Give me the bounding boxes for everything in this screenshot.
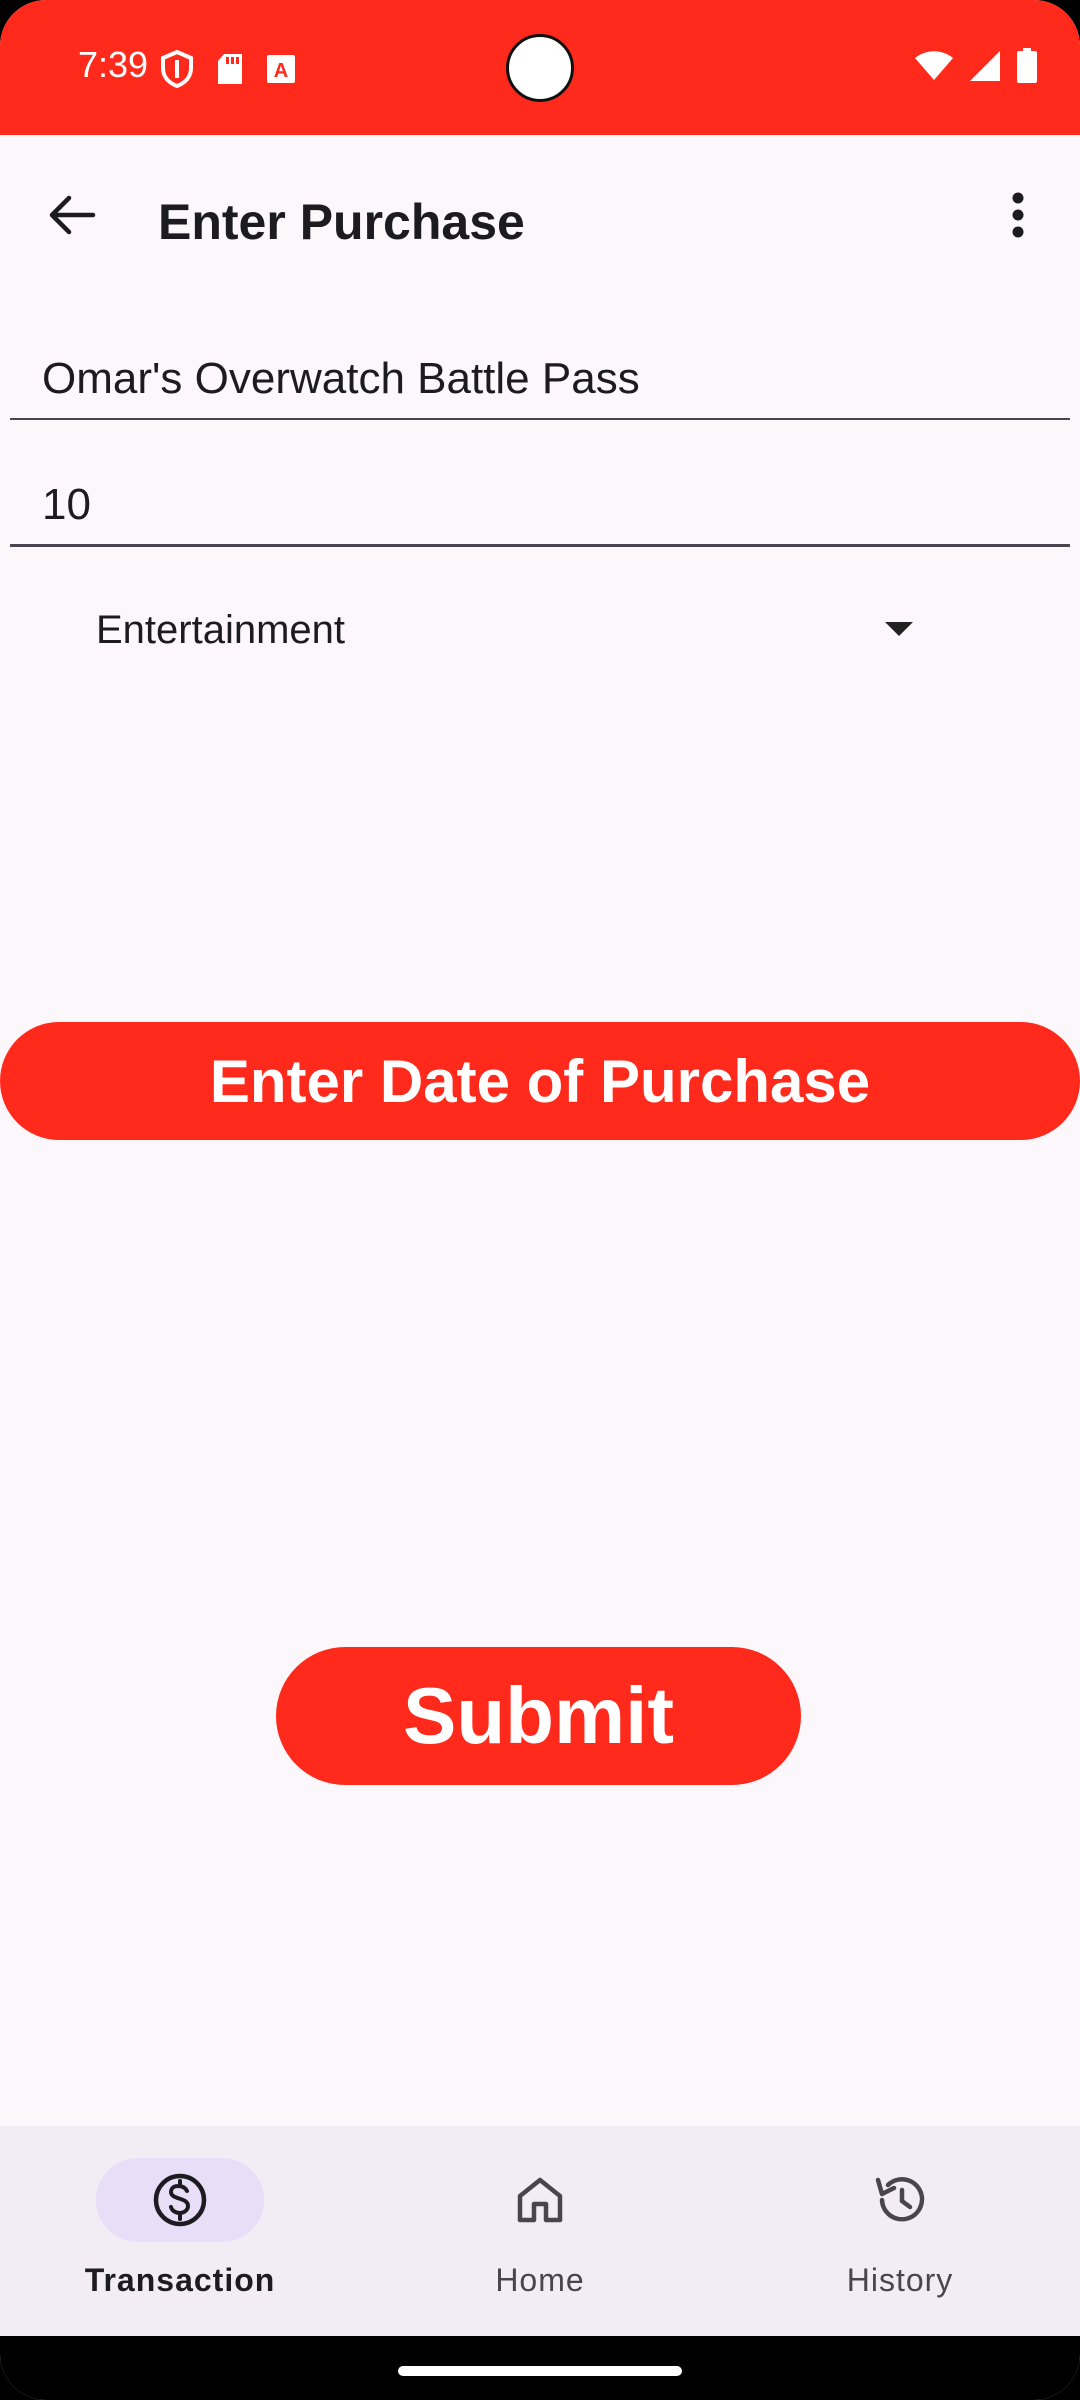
status-bar: 7:39 A	[0, 0, 1080, 135]
signal-icon	[968, 49, 1002, 88]
nav-label-transaction: Transaction	[84, 2262, 276, 2298]
wifi-icon	[914, 50, 954, 87]
status-icons-right	[914, 48, 1038, 89]
more-options-button[interactable]	[988, 185, 1048, 249]
home-icon	[510, 2170, 570, 2230]
nav-item-transaction[interactable]: Transaction	[0, 2126, 360, 2336]
bottom-navigation: Transaction Home History	[0, 2126, 1080, 2336]
back-button[interactable]	[40, 185, 104, 249]
dollar-circle-icon	[150, 2170, 210, 2230]
gesture-bar	[0, 2336, 1080, 2400]
camera-cutout	[506, 34, 574, 102]
amount-value: 10	[42, 480, 91, 529]
home-gesture-handle[interactable]	[398, 2366, 682, 2376]
screen: 7:39 A Enter Purchase Omar's Overwatch B…	[0, 0, 1080, 2400]
category-value: Entertainment	[96, 608, 346, 652]
nav-item-history[interactable]: History	[720, 2126, 1080, 2336]
shield-icon	[160, 49, 194, 93]
nav-label-home: Home	[495, 2262, 585, 2298]
arrow-back-icon	[47, 193, 97, 242]
sd-card-icon	[216, 52, 244, 91]
a-box-icon: A	[266, 54, 296, 89]
app-bar: Enter Purchase	[0, 135, 1080, 305]
amount-field[interactable]: 10	[10, 440, 1070, 547]
page-title: Enter Purchase	[158, 194, 525, 250]
enter-date-button[interactable]: Enter Date of Purchase	[0, 1022, 1080, 1140]
status-time: 7:39	[78, 44, 149, 85]
nav-label-history: History	[846, 2262, 954, 2298]
purchase-name-field[interactable]: Omar's Overwatch Battle Pass	[10, 320, 1070, 420]
more-vert-icon	[1011, 191, 1025, 244]
category-dropdown[interactable]: Entertainment	[40, 580, 940, 680]
status-icons-left: A	[160, 49, 296, 93]
nav-item-home[interactable]: Home	[360, 2126, 720, 2336]
battery-icon	[1016, 48, 1038, 89]
dropdown-arrow-icon	[885, 622, 913, 636]
svg-text:A: A	[274, 60, 288, 82]
purchase-name-value: Omar's Overwatch Battle Pass	[42, 354, 640, 403]
history-icon	[870, 2170, 930, 2230]
submit-button[interactable]: Submit	[276, 1647, 801, 1785]
